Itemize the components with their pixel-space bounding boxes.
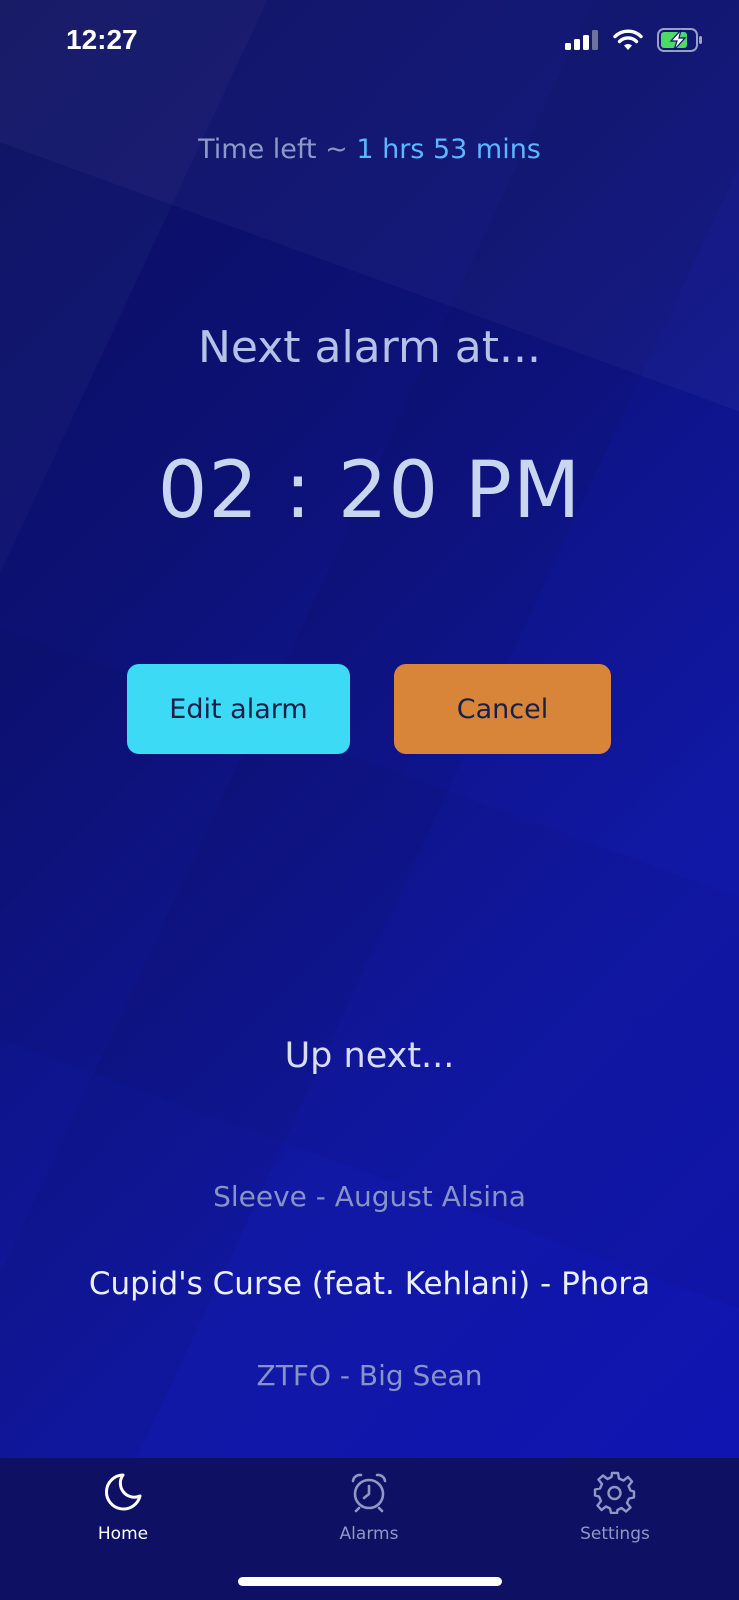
time-left-text: Time left ~ 1 hrs 53 mins [0,134,739,165]
tab-settings[interactable]: Settings [535,1470,695,1544]
alarm-clock-icon [347,1470,391,1518]
battery-charging-icon [657,28,703,56]
up-next-title: Up next... [284,1036,455,1076]
tab-alarms[interactable]: Alarms [289,1470,449,1544]
signal-icon [565,30,599,54]
edit-alarm-button[interactable]: Edit alarm [127,664,350,754]
alarm-home-screen: 12:27 Time left ~ 1 hrs 53 mins Next ala… [0,0,739,1600]
track-next: ZTFO - Big Sean [256,1359,483,1392]
track-current: Cupid's Curse (feat. Kehlani) - Phora [88,1266,651,1302]
next-alarm-title: Next alarm at... [198,322,541,373]
gear-icon [593,1470,637,1518]
status-time: 12:27 [66,24,138,55]
tab-alarms-label: Alarms [339,1524,399,1544]
status-bar: 12:27 [0,0,739,80]
tab-home-label: Home [97,1524,149,1544]
wifi-icon [613,29,643,55]
time-left-label: Time left ~ [198,134,348,165]
track-previous: Sleeve - August Alsina [213,1180,526,1213]
alarm-time: 02 : 20 PM [157,446,582,536]
tab-settings-label: Settings [580,1524,650,1544]
status-icons [565,28,703,56]
cancel-alarm-button[interactable]: Cancel [394,664,611,754]
home-indicator[interactable] [238,1577,502,1586]
tab-home[interactable]: Home [43,1470,203,1544]
time-left-value: 1 hrs 53 mins [356,134,541,165]
moon-icon [101,1470,145,1518]
